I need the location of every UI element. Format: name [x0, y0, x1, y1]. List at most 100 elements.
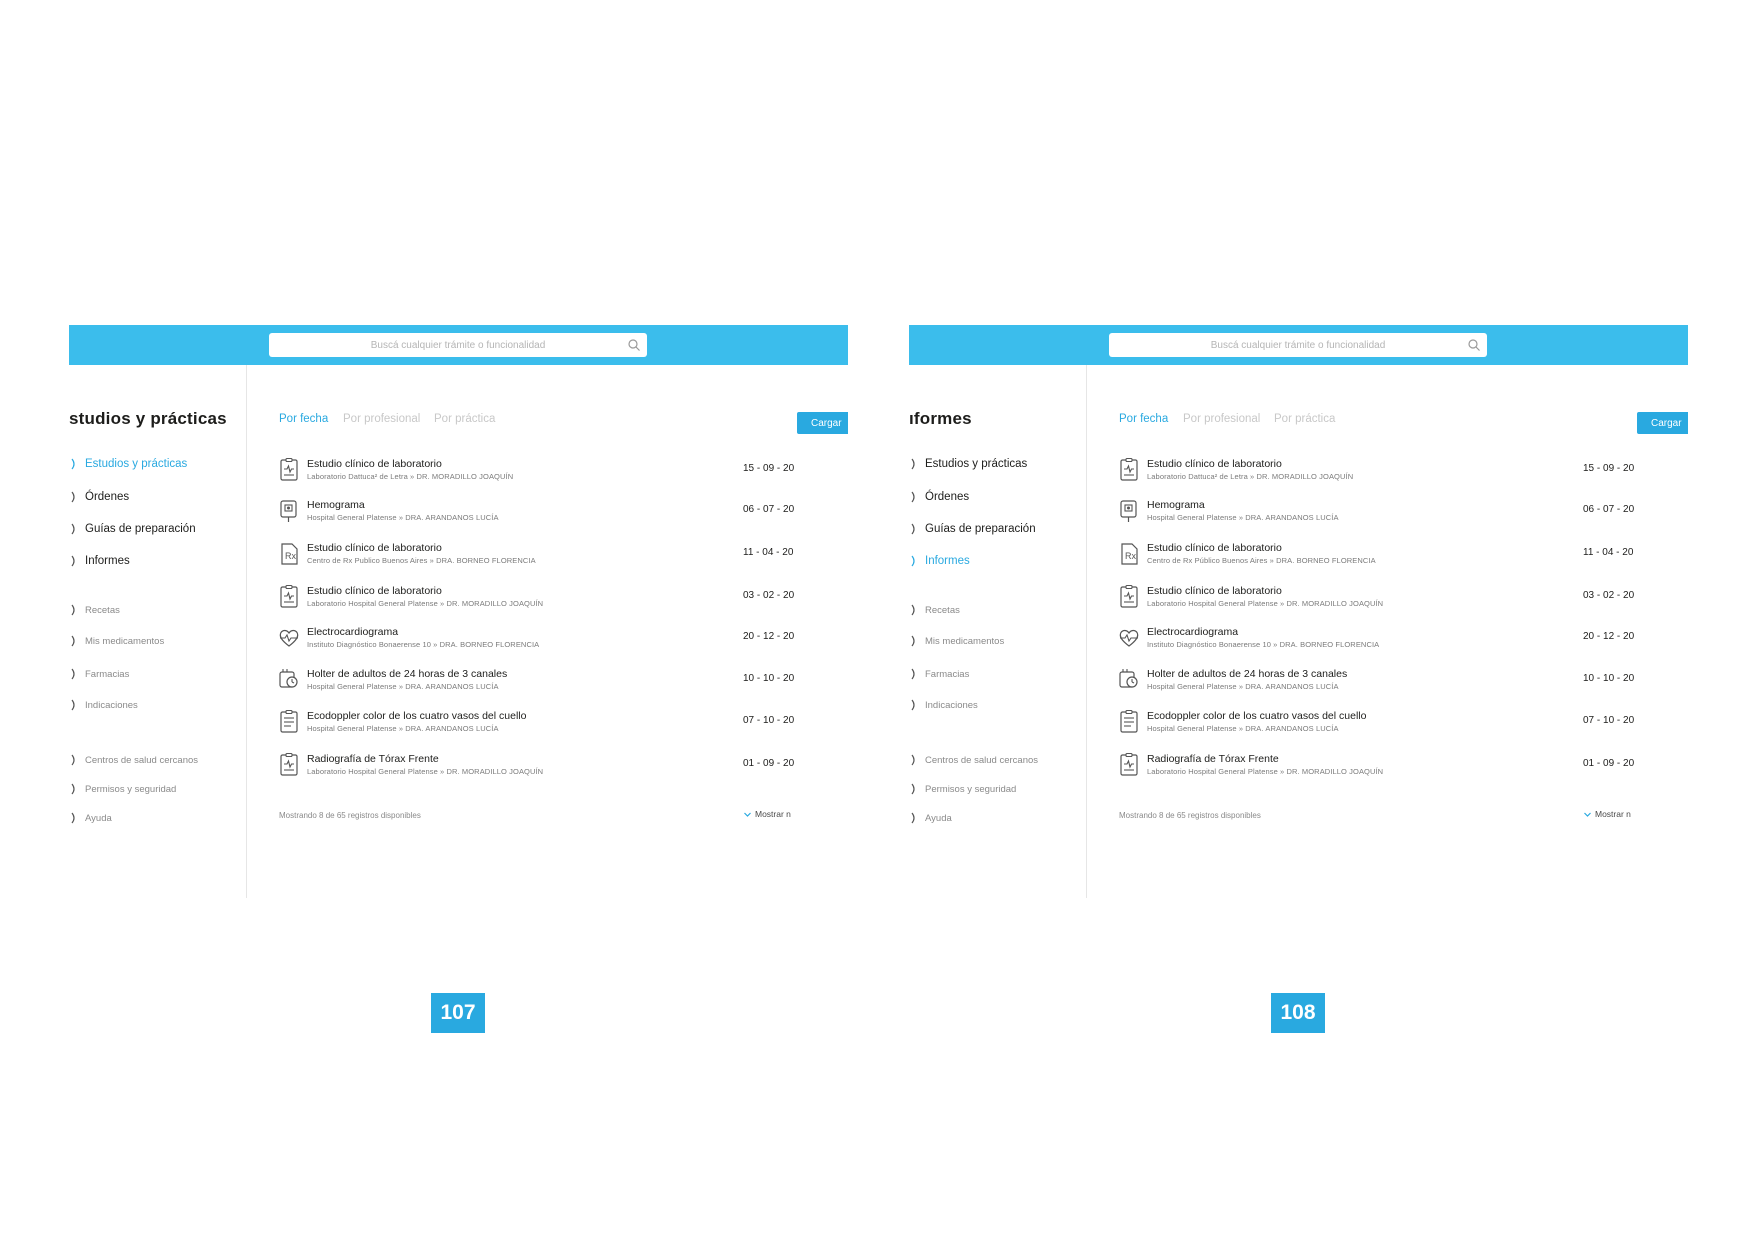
- top-bar: [909, 325, 1688, 365]
- item-subtitle: Centro de Rx Publico Buenos Aires » DRA.…: [307, 556, 536, 565]
- sidebar-item-label: Mis medicamentos: [925, 635, 1005, 647]
- list-item[interactable]: Ecodoppler color de los cuatro vasos del…: [277, 707, 848, 747]
- sidebar-item-recetas[interactable]: Recetas: [69, 603, 120, 617]
- sidebar-item-estudios-y-practicas[interactable]: Estudios y prácticas: [69, 457, 187, 471]
- page-number: 108: [1271, 993, 1325, 1033]
- item-date: 11 - 04 - 20: [743, 547, 794, 558]
- list-item[interactable]: Ecodoppler color de los cuatro vasos del…: [1117, 707, 1688, 747]
- sidebar-item-label: Centros de salud cercanos: [925, 754, 1039, 766]
- sidebar-item-guias-de-preparacion[interactable]: Guías de preparación: [909, 522, 1036, 536]
- list-item[interactable]: Holter de adultos de 24 horas de 3 canal…: [1117, 665, 1688, 705]
- list-item[interactable]: Estudio clínico de laboratorio Laboratori…: [277, 455, 848, 495]
- page-108: ıformes Estudios y prácticas Órdenes Guías…: [877, 0, 1754, 1240]
- sidebar-item-indicaciones[interactable]: Indicaciones: [69, 698, 138, 712]
- clipboard-chart-icon: [280, 584, 298, 608]
- item-subtitle: Laboratorio Dattuca² de Letra » DR. MORA…: [1147, 472, 1354, 481]
- search-input[interactable]: [1148, 339, 1448, 351]
- item-title: Estudio clínico de laboratorio: [307, 585, 442, 597]
- list-item[interactable]: Holter de adultos de 24 horas de 3 canal…: [277, 665, 848, 705]
- list-item[interactable]: Radiografía de Tórax Frente Laboratorio H…: [277, 750, 848, 790]
- item-title: Estudio clínico de laboratorio: [307, 458, 442, 470]
- nav-icon: [69, 782, 79, 796]
- page-title: ıformes: [909, 409, 972, 428]
- item-title: Electrocardiograma: [307, 626, 399, 638]
- list-item[interactable]: Estudio clínico de laboratorio Laboratori…: [1117, 455, 1688, 495]
- tab-por-fecha[interactable]: Por fecha: [279, 413, 328, 425]
- sidebar-item-permisos-y-seguridad[interactable]: Permisos y seguridad: [69, 782, 176, 796]
- sidebar-item-mis-medicamentos[interactable]: Mis medicamentos: [69, 634, 164, 648]
- heart-pulse-icon: [1119, 629, 1139, 647]
- clipboard-chart-icon: [280, 457, 298, 481]
- sidebar-item-farmacias[interactable]: Farmacias: [909, 667, 969, 681]
- sidebar-item-centros-de-salud-cercanos[interactable]: Centros de salud cercanos: [909, 753, 1038, 767]
- sidebar: studios y prácticas Estudios y prácticas…: [69, 365, 247, 898]
- show-more-button[interactable]: Mostrar n: [743, 809, 791, 819]
- page-107: studios y prácticas Estudios y prácticas…: [0, 0, 877, 1240]
- sidebar-item-informes[interactable]: Informes: [69, 554, 130, 568]
- sidebar-item-farmacias[interactable]: Farmacias: [69, 667, 129, 681]
- search-icon[interactable]: [627, 338, 641, 352]
- tab-por-profesional[interactable]: Por profesional: [1183, 413, 1260, 425]
- chevron-down-icon: [744, 812, 751, 817]
- item-date: 01 - 09 - 20: [1583, 758, 1635, 769]
- show-more-label: Mostrar n: [755, 809, 791, 819]
- sidebar-item-label: Recetas: [85, 604, 120, 616]
- item-date: 15 - 09 - 20: [1583, 463, 1635, 474]
- item-title: Estudio clínico de laboratorio: [1147, 542, 1282, 554]
- list-item[interactable]: Electrocardiograma Instituto Diagnóstico …: [1117, 623, 1688, 663]
- holter-monitor-icon: [279, 669, 298, 688]
- records-count: Mostrando 8 de 65 registros disponibles: [279, 811, 421, 820]
- sidebar-item-ordenes[interactable]: Órdenes: [69, 490, 129, 504]
- cargar-button[interactable]: Cargar: [1637, 412, 1688, 434]
- sidebar-item-permisos-y-seguridad[interactable]: Permisos y seguridad: [909, 782, 1016, 796]
- list-item[interactable]: Electrocardiograma Instituto Diagnóstico …: [277, 623, 848, 663]
- list-item[interactable]: Hemograma Hospital General Platense » DRA…: [1117, 496, 1688, 536]
- nav-icon: [909, 490, 919, 504]
- nav-icon: [909, 603, 919, 617]
- item-date: 11 - 04 - 20: [1583, 547, 1634, 558]
- item-title: Radiografía de Tórax Frente: [1147, 753, 1279, 765]
- list-item[interactable]: Rx Estudio clínico de laboratorio Centro d…: [1117, 539, 1688, 579]
- blood-bag-icon: [280, 500, 297, 522]
- sidebar-item-label: Estudios y prácticas: [85, 458, 188, 470]
- search-icon[interactable]: [1467, 338, 1481, 352]
- sidebar-item-informes[interactable]: Informes: [909, 554, 970, 568]
- item-subtitle: Hospital General Platense » DRA. ARANDAN…: [307, 724, 499, 733]
- item-title: Estudio clínico de laboratorio: [307, 542, 442, 554]
- item-title: Estudio clínico de laboratorio: [1147, 585, 1282, 597]
- item-subtitle: Centro de Rx Público Buenos Aires » DRA.…: [1147, 556, 1376, 565]
- tab-por-practica[interactable]: Por práctica: [434, 413, 495, 425]
- nav-icon: [69, 554, 79, 568]
- sidebar-item-recetas[interactable]: Recetas: [909, 603, 960, 617]
- tab-por-fecha[interactable]: Por fecha: [1119, 413, 1168, 425]
- item-subtitle: Hospital General Platense » DRA. ARANDAN…: [1147, 682, 1339, 691]
- sidebar-item-ayuda[interactable]: Ayuda: [909, 811, 952, 825]
- item-subtitle: Hospital General Platense » DRA. ARANDAN…: [1147, 513, 1339, 522]
- tab-por-practica[interactable]: Por práctica: [1274, 413, 1335, 425]
- list-item[interactable]: Rx Estudio clínico de laboratorio Centro d…: [277, 539, 848, 579]
- cargar-button[interactable]: Cargar: [797, 412, 848, 434]
- search-bar[interactable]: [1109, 333, 1487, 357]
- nav-icon: [909, 698, 919, 712]
- sidebar-item-estudios-y-practicas[interactable]: Estudios y prácticas: [909, 457, 1027, 471]
- sidebar: ıformes Estudios y prácticas Órdenes Guías…: [909, 365, 1087, 898]
- list-item[interactable]: Estudio clínico de laboratorio Laboratori…: [277, 582, 848, 622]
- show-more-button[interactable]: Mostrar n: [1583, 809, 1631, 819]
- sidebar-item-label: Informes: [85, 555, 130, 567]
- list-item[interactable]: Radiografía de Tórax Frente Laboratorio H…: [1117, 750, 1688, 790]
- list-item[interactable]: Estudio clínico de laboratorio Laboratori…: [1117, 582, 1688, 622]
- search-input[interactable]: [308, 339, 608, 351]
- sidebar-item-label: Estudios y prácticas: [925, 458, 1028, 470]
- sidebar-item-mis-medicamentos[interactable]: Mis medicamentos: [909, 634, 1004, 648]
- sidebar-item-ayuda[interactable]: Ayuda: [69, 811, 112, 825]
- sidebar-item-indicaciones[interactable]: Indicaciones: [909, 698, 978, 712]
- sidebar-item-label: Recetas: [925, 604, 960, 616]
- list-item[interactable]: Hemograma Hospital General Platense » DRA…: [277, 496, 848, 536]
- search-bar[interactable]: [269, 333, 647, 357]
- sidebar-item-guias-de-preparacion[interactable]: Guías de preparación: [69, 522, 196, 536]
- item-date: 07 - 10 - 20: [1583, 715, 1635, 726]
- tab-por-profesional[interactable]: Por profesional: [343, 413, 420, 425]
- nav-icon: [909, 782, 919, 796]
- sidebar-item-ordenes[interactable]: Órdenes: [909, 490, 969, 504]
- sidebar-item-centros-de-salud-cercanos[interactable]: Centros de salud cercanos: [69, 753, 198, 767]
